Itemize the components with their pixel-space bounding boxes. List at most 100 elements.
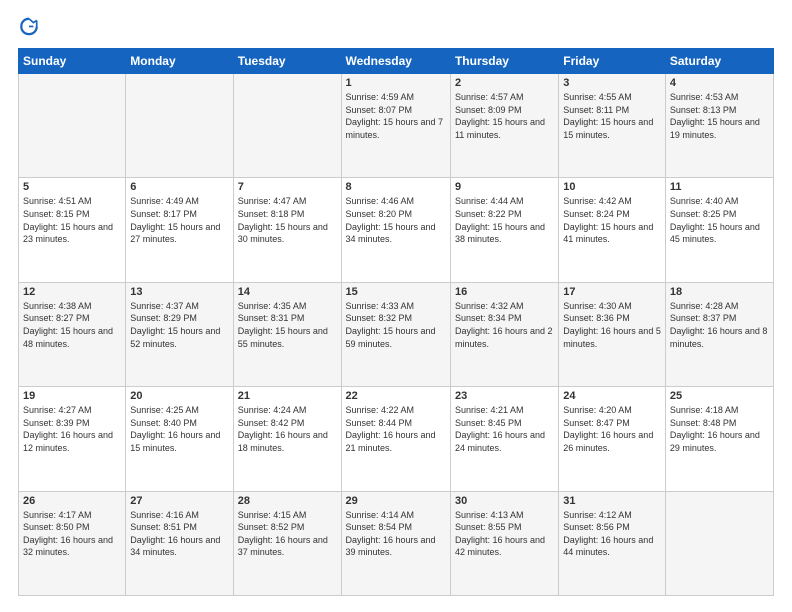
week-row-4: 19Sunrise: 4:27 AMSunset: 8:39 PMDayligh… [19,387,774,491]
day-cell: 4 Sunrise: 4:53 AMSunset: 8:13 PMDaylight… [665,74,773,178]
day-number: 12 [23,286,121,298]
day-cell: 28Sunrise: 4:15 AMSunset: 8:52 PMDayligh… [233,491,341,595]
day-number: 7 [238,181,337,193]
day-cell: 18 Sunrise: 4:28 AMSunset: 8:37 PMDayligh… [665,282,773,386]
weekday-header-saturday: Saturday [665,49,773,74]
day-number: 1 [346,77,446,89]
weekday-header-tuesday: Tuesday [233,49,341,74]
calendar-table: SundayMondayTuesdayWednesdayThursdayFrid… [18,48,774,596]
logo [18,16,44,38]
day-number: 15 [346,286,446,298]
day-number: 10 [563,181,661,193]
day-number: 6 [130,181,228,193]
day-info: Sunrise: 4:32 AMSunset: 8:34 PMDaylight:… [455,300,554,350]
week-row-5: 26 Sunrise: 4:17 AMSunset: 8:50 PMDayligh… [19,491,774,595]
day-info: Sunrise: 4:44 AMSunset: 8:22 PMDaylight:… [455,195,554,245]
day-cell: 19Sunrise: 4:27 AMSunset: 8:39 PMDayligh… [19,387,126,491]
weekday-header-wednesday: Wednesday [341,49,450,74]
day-number: 30 [455,495,554,507]
day-cell [665,491,773,595]
day-info: Sunrise: 4:33 AMSunset: 8:32 PMDaylight:… [346,300,446,350]
day-cell: 2 Sunrise: 4:57 AMSunset: 8:09 PMDaylight… [450,74,558,178]
day-number: 5 [23,181,121,193]
day-cell: 5Sunrise: 4:51 AMSunset: 8:15 PMDaylight… [19,178,126,282]
day-cell: 7 Sunrise: 4:47 AMSunset: 8:18 PMDaylight… [233,178,341,282]
day-cell: 10 Sunrise: 4:42 AMSunset: 8:24 PMDayligh… [559,178,666,282]
day-cell: 16Sunrise: 4:32 AMSunset: 8:34 PMDayligh… [450,282,558,386]
day-info: Sunrise: 4:28 AMSunset: 8:37 PMDaylight:… [670,300,769,350]
day-number: 26 [23,495,121,507]
day-cell: 31 Sunrise: 4:12 AMSunset: 8:56 PMDayligh… [559,491,666,595]
day-cell: 6 Sunrise: 4:49 AMSunset: 8:17 PMDaylight… [126,178,233,282]
day-info: Sunrise: 4:21 AMSunset: 8:45 PMDaylight:… [455,404,554,454]
day-info: Sunrise: 4:17 AMSunset: 8:50 PMDaylight:… [23,509,121,559]
day-info: Sunrise: 4:38 AMSunset: 8:27 PMDaylight:… [23,300,121,350]
day-info: Sunrise: 4:40 AMSunset: 8:25 PMDaylight:… [670,195,769,245]
day-number: 17 [563,286,661,298]
day-cell: 9Sunrise: 4:44 AMSunset: 8:22 PMDaylight… [450,178,558,282]
day-info: Sunrise: 4:12 AMSunset: 8:56 PMDaylight:… [563,509,661,559]
week-row-2: 5Sunrise: 4:51 AMSunset: 8:15 PMDaylight… [19,178,774,282]
day-cell [19,74,126,178]
day-cell: 27 Sunrise: 4:16 AMSunset: 8:51 PMDayligh… [126,491,233,595]
day-cell: 14Sunrise: 4:35 AMSunset: 8:31 PMDayligh… [233,282,341,386]
day-number: 11 [670,181,769,193]
day-info: Sunrise: 4:13 AMSunset: 8:55 PMDaylight:… [455,509,554,559]
day-info: Sunrise: 4:37 AMSunset: 8:29 PMDaylight:… [130,300,228,350]
day-number: 23 [455,390,554,402]
weekday-header-friday: Friday [559,49,666,74]
day-info: Sunrise: 4:24 AMSunset: 8:42 PMDaylight:… [238,404,337,454]
day-cell: 30 Sunrise: 4:13 AMSunset: 8:55 PMDayligh… [450,491,558,595]
day-cell [233,74,341,178]
day-number: 31 [563,495,661,507]
day-info: Sunrise: 4:47 AMSunset: 8:18 PMDaylight:… [238,195,337,245]
day-number: 8 [346,181,446,193]
weekday-header-row: SundayMondayTuesdayWednesdayThursdayFrid… [19,49,774,74]
day-info: Sunrise: 4:59 AMSunset: 8:07 PMDaylight:… [346,91,446,141]
page: SundayMondayTuesdayWednesdayThursdayFrid… [0,0,792,612]
day-cell: 20Sunrise: 4:25 AMSunset: 8:40 PMDayligh… [126,387,233,491]
day-info: Sunrise: 4:14 AMSunset: 8:54 PMDaylight:… [346,509,446,559]
day-number: 28 [238,495,337,507]
day-number: 29 [346,495,446,507]
week-row-3: 12 Sunrise: 4:38 AMSunset: 8:27 PMDayligh… [19,282,774,386]
day-cell: 29 Sunrise: 4:14 AMSunset: 8:54 PMDayligh… [341,491,450,595]
day-number: 18 [670,286,769,298]
day-info: Sunrise: 4:46 AMSunset: 8:20 PMDaylight:… [346,195,446,245]
day-info: Sunrise: 4:55 AMSunset: 8:11 PMDaylight:… [563,91,661,141]
day-info: Sunrise: 4:30 AMSunset: 8:36 PMDaylight:… [563,300,661,350]
day-number: 27 [130,495,228,507]
day-cell: 17 Sunrise: 4:30 AMSunset: 8:36 PMDayligh… [559,282,666,386]
day-cell: 22Sunrise: 4:22 AMSunset: 8:44 PMDayligh… [341,387,450,491]
day-cell: 12 Sunrise: 4:38 AMSunset: 8:27 PMDayligh… [19,282,126,386]
day-info: Sunrise: 4:49 AMSunset: 8:17 PMDaylight:… [130,195,228,245]
day-cell: 21Sunrise: 4:24 AMSunset: 8:42 PMDayligh… [233,387,341,491]
day-number: 13 [130,286,228,298]
day-info: Sunrise: 4:53 AMSunset: 8:13 PMDaylight:… [670,91,769,141]
day-info: Sunrise: 4:16 AMSunset: 8:51 PMDaylight:… [130,509,228,559]
day-info: Sunrise: 4:20 AMSunset: 8:47 PMDaylight:… [563,404,661,454]
day-cell: 3 Sunrise: 4:55 AMSunset: 8:11 PMDaylight… [559,74,666,178]
day-cell: 25 Sunrise: 4:18 AMSunset: 8:48 PMDayligh… [665,387,773,491]
day-info: Sunrise: 4:22 AMSunset: 8:44 PMDaylight:… [346,404,446,454]
logo-icon [18,16,40,38]
day-number: 4 [670,77,769,89]
day-number: 25 [670,390,769,402]
day-info: Sunrise: 4:18 AMSunset: 8:48 PMDaylight:… [670,404,769,454]
weekday-header-monday: Monday [126,49,233,74]
weekday-header-sunday: Sunday [19,49,126,74]
day-cell: 24 Sunrise: 4:20 AMSunset: 8:47 PMDayligh… [559,387,666,491]
day-number: 3 [563,77,661,89]
day-cell [126,74,233,178]
day-info: Sunrise: 4:42 AMSunset: 8:24 PMDaylight:… [563,195,661,245]
day-info: Sunrise: 4:35 AMSunset: 8:31 PMDaylight:… [238,300,337,350]
day-number: 24 [563,390,661,402]
week-row-1: 1 Sunrise: 4:59 AMSunset: 8:07 PMDaylight… [19,74,774,178]
day-cell: 26 Sunrise: 4:17 AMSunset: 8:50 PMDayligh… [19,491,126,595]
day-info: Sunrise: 4:27 AMSunset: 8:39 PMDaylight:… [23,404,121,454]
day-number: 20 [130,390,228,402]
day-info: Sunrise: 4:57 AMSunset: 8:09 PMDaylight:… [455,91,554,141]
day-number: 2 [455,77,554,89]
day-cell: 11 Sunrise: 4:40 AMSunset: 8:25 PMDayligh… [665,178,773,282]
day-cell: 8 Sunrise: 4:46 AMSunset: 8:20 PMDaylight… [341,178,450,282]
